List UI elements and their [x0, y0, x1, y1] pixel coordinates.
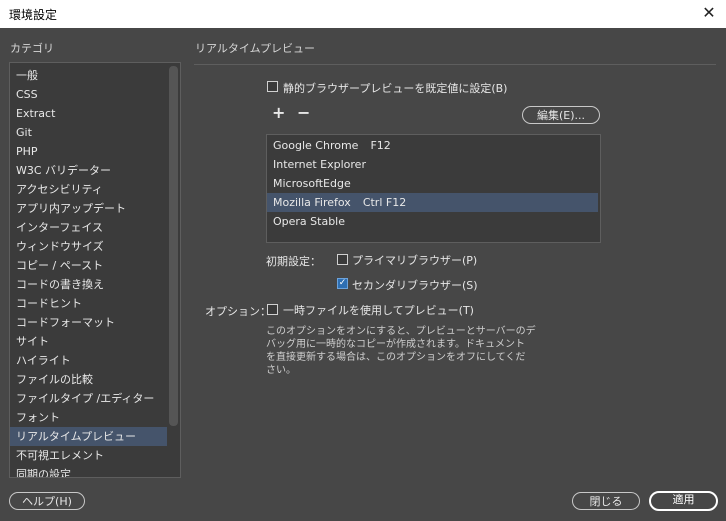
browser-name: Google Chrome: [273, 139, 359, 152]
category-item[interactable]: ハイライト: [10, 351, 167, 370]
category-item[interactable]: コピー / ペースト: [10, 256, 167, 275]
add-browser-button[interactable]: +: [272, 105, 285, 121]
description-line: このオプションをオンにすると、プレビューとサーバーのデ: [266, 326, 536, 337]
browser-item[interactable]: MicrosoftEdge: [267, 174, 598, 193]
window-title: 環境設定: [9, 8, 58, 22]
close-button[interactable]: 閉じる: [572, 492, 640, 510]
category-item[interactable]: アクセシビリティ: [10, 180, 167, 199]
static-default-checkbox[interactable]: [267, 81, 278, 92]
category-item[interactable]: CSS: [10, 85, 167, 104]
category-item[interactable]: Git: [10, 123, 167, 142]
edit-button[interactable]: 編集(E)...: [522, 106, 600, 124]
temp-file-checkbox[interactable]: [267, 304, 278, 315]
option-description: このオプションをオンにすると、プレビューとサーバーのデ バッグ用に一時的なコピー…: [266, 325, 536, 377]
browser-item[interactable]: Internet Explorer: [267, 155, 598, 174]
category-item[interactable]: フォント: [10, 408, 167, 427]
category-item[interactable]: ファイルの比較: [10, 370, 167, 389]
browser-item[interactable]: Mozilla Firefox Ctrl F12: [267, 193, 598, 212]
description-line: さい。: [266, 365, 296, 376]
secondary-browser-checkbox[interactable]: ✓: [337, 278, 348, 289]
remove-browser-button[interactable]: −: [297, 105, 310, 121]
browser-shortcut: F12: [370, 139, 391, 152]
category-item[interactable]: インターフェイス: [10, 218, 167, 237]
browser-item[interactable]: Google Chrome F12: [267, 136, 598, 155]
panel-header: リアルタイムプレビュー: [195, 42, 316, 55]
browser-list[interactable]: Google Chrome F12 Internet Explorer Microso…: [266, 134, 601, 243]
category-item[interactable]: リアルタイムプレビュー: [10, 427, 167, 446]
category-item[interactable]: サイト: [10, 332, 167, 351]
category-item[interactable]: アプリ内アップデート: [10, 199, 167, 218]
temp-file-label[interactable]: 一時ファイルを使用してプレビュー(T): [283, 302, 474, 318]
category-item[interactable]: コードフォーマット: [10, 313, 167, 332]
close-icon[interactable]: ✕: [700, 4, 718, 22]
browser-name: MicrosoftEdge: [273, 177, 351, 190]
browser-name: Internet Explorer: [273, 158, 366, 171]
options-label: オプション：: [205, 305, 271, 318]
browser-name: Mozilla Firefox: [273, 196, 351, 209]
defaults-label: 初期設定：: [266, 255, 321, 268]
category-item[interactable]: コードヒント: [10, 294, 167, 313]
description-line: を直接更新する場合は、このオプションをオフにしてくだ: [266, 352, 526, 363]
apply-button[interactable]: 適用: [649, 491, 718, 511]
browser-name: Opera Stable: [273, 215, 346, 228]
category-item[interactable]: ファイルタイプ /エディター: [10, 389, 167, 408]
title-bar: 環境設定 ✕: [0, 0, 726, 28]
category-item[interactable]: ウィンドウサイズ: [10, 237, 167, 256]
primary-browser-label[interactable]: プライマリブラウザー(P): [352, 252, 477, 268]
category-item[interactable]: PHP: [10, 142, 167, 161]
category-item[interactable]: 不可視エレメント: [10, 446, 167, 465]
primary-browser-checkbox[interactable]: [337, 254, 348, 265]
category-item[interactable]: Extract: [10, 104, 167, 123]
category-item[interactable]: 一般: [10, 66, 167, 85]
static-default-label[interactable]: 静的ブラウザープレビューを既定値に設定(B): [283, 80, 507, 96]
category-item[interactable]: W3C バリデーター: [10, 161, 167, 180]
category-list[interactable]: 同期の設定 不可視エレメント リアルタイムプレビュー フォント ファイルタイプ /エディ…: [9, 62, 181, 478]
help-button[interactable]: ヘルプ(H): [9, 492, 85, 510]
description-line: バッグ用に一時的なコピーが作成されます。ドキュメント: [266, 339, 525, 350]
browser-item[interactable]: Opera Stable: [267, 212, 598, 231]
category-header: カテゴリ: [10, 42, 54, 55]
browser-shortcut: Ctrl F12: [362, 196, 407, 209]
category-item[interactable]: 同期の設定: [10, 465, 167, 477]
category-item[interactable]: コードの書き換え: [10, 275, 167, 294]
secondary-browser-label[interactable]: セカンダリブラウザー(S): [352, 277, 478, 293]
panel-divider: [194, 64, 716, 65]
category-scrollbar[interactable]: [169, 66, 178, 426]
